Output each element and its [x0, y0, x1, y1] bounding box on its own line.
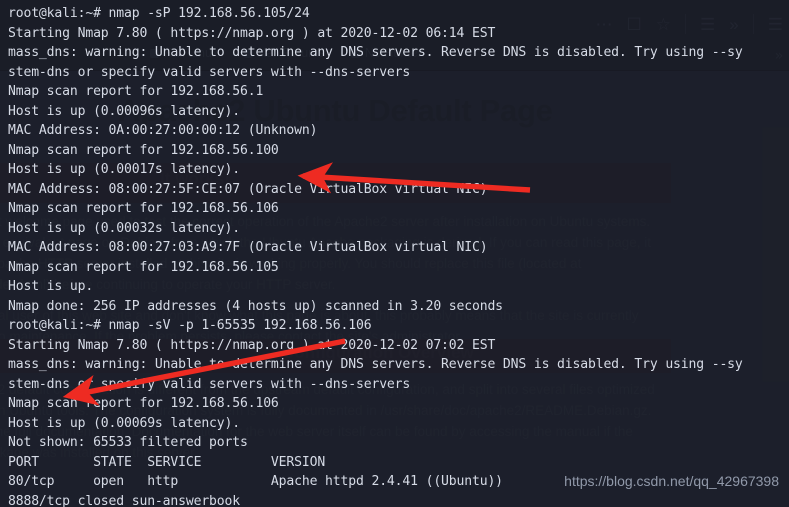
terminal-line: 8888/tcp closed sun-answerbook [8, 493, 240, 507]
terminal-line: Nmap scan report for 192.168.56.100 [8, 142, 279, 158]
terminal-line: mass_dns: warning: Unable to determine a… [8, 45, 743, 60]
terminal-line: PORT STATE SERVICE VERSION [8, 454, 326, 470]
terminal-line: Starting Nmap 7.80 ( https://nmap.org ) … [8, 25, 496, 41]
terminal-line: Starting Nmap 7.80 ( https://nmap.org ) … [8, 337, 496, 353]
terminal-line: root@kali:~# nmap -sV -p 1-65535 192.168… [8, 318, 372, 333]
terminal-line: Nmap scan report for 192.168.56.106 [8, 396, 279, 411]
terminal-line: Nmap scan report for 192.168.56.1 [8, 84, 264, 99]
terminal-line: Nmap scan report for 192.168.56.105 [8, 259, 279, 275]
terminal-line: MAC Address: 08:00:27:03:A9:7F (Oracle V… [8, 240, 488, 255]
terminal-line: MAC Address: 0A:00:27:00:00:12 (Unknown) [8, 123, 318, 138]
terminal-line: Host is up. [8, 279, 94, 294]
terminal-line: Host is up (0.00032s latency). [8, 220, 240, 236]
terminal-line: stem-dns or specify valid servers with -… [8, 376, 411, 392]
screen: ⋯ ☐ ☆ ☰ » ☰ Kali Linux Kali Forums [0, 0, 789, 507]
terminal-line: root@kali:~# nmap -sP 192.168.56.105/24 [8, 6, 310, 21]
terminal-line: Nmap scan report for 192.168.56.106 [8, 201, 279, 216]
terminal-line: Not shown: 65533 filtered ports [8, 435, 248, 450]
terminal-line: mass_dns: warning: Unable to determine a… [8, 357, 743, 372]
terminal-line: Nmap done: 256 IP addresses (4 hosts up)… [8, 298, 503, 314]
terminal-line: Host is up (0.00069s latency). [8, 415, 240, 431]
terminal-line: stem-dns or specify valid servers with -… [8, 64, 411, 80]
terminal-line: MAC Address: 08:00:27:5F:CE:07 (Oracle V… [8, 181, 488, 197]
terminal-window[interactable]: root@kali:~# nmap -sP 192.168.56.105/24 S… [0, 0, 789, 507]
terminal-output: root@kali:~# nmap -sP 192.168.56.105/24 S… [8, 4, 789, 507]
terminal-line: Host is up (0.00017s latency). [8, 162, 240, 177]
terminal-line: Host is up (0.00096s latency). [8, 103, 240, 119]
watermark-text: https://blog.csdn.net/qq_42967398 [564, 473, 779, 489]
